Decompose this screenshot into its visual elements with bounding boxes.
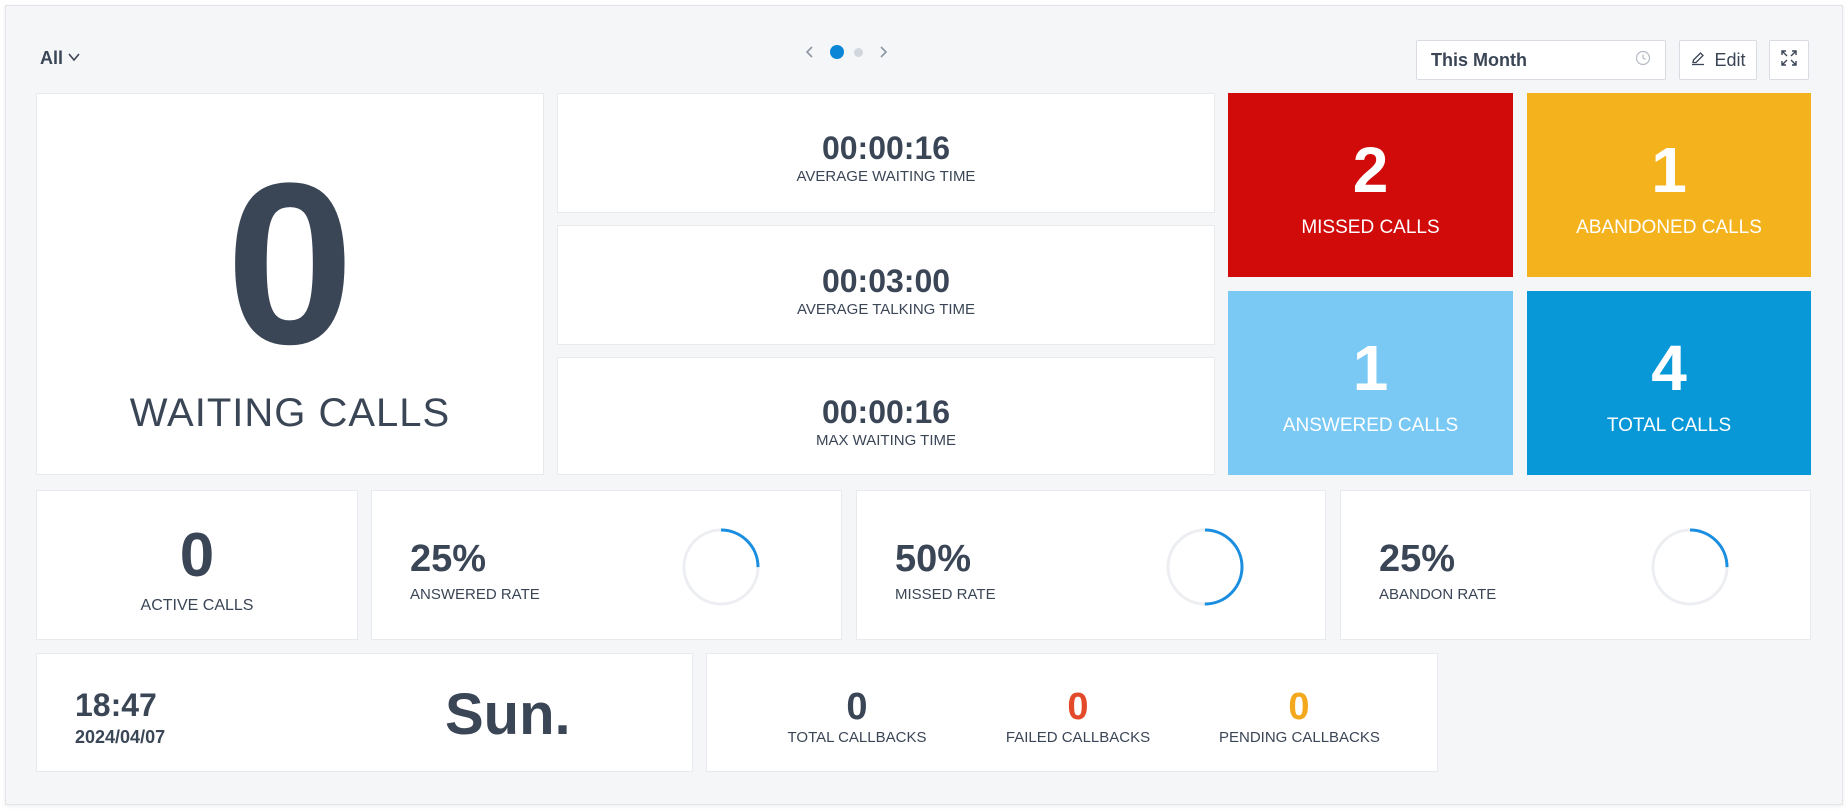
average-talking-time-label: AVERAGE TALKING TIME <box>796 301 976 318</box>
abandoned-calls-value: 1 <box>1651 134 1687 206</box>
pending-callbacks-value: 0 <box>1288 686 1310 728</box>
total-callbacks-label: TOTAL CALLBACKS <box>787 729 927 746</box>
abandon-rate-label: ABANDON RATE <box>1379 586 1497 603</box>
total-calls-tile: 4 TOTAL CALLS <box>1527 291 1811 475</box>
page-dot-active[interactable] <box>830 45 844 59</box>
answered-rate-ring <box>682 528 760 606</box>
queue-filter-dropdown[interactable]: All <box>40 48 81 69</box>
missed-calls-tile: 2 MISSED CALLS <box>1228 93 1513 277</box>
waiting-calls-card: 0 WAITING CALLS <box>36 93 544 475</box>
chevron-left-icon[interactable] <box>800 42 820 62</box>
filter-label: All <box>40 48 64 68</box>
chevron-down-icon <box>67 48 81 69</box>
max-waiting-time-value: 00:00:16 <box>821 394 951 430</box>
answered-rate-card: 25% ANSWERED RATE <box>371 490 842 640</box>
clock-icon <box>1635 50 1651 71</box>
max-waiting-time-label: MAX WAITING TIME <box>815 432 956 449</box>
abandon-rate-ring <box>1651 528 1729 606</box>
total-calls-value: 4 <box>1651 332 1687 404</box>
fullscreen-icon <box>1780 49 1798 72</box>
total-callbacks-value: 0 <box>846 686 868 728</box>
missed-calls-value: 2 <box>1352 134 1389 206</box>
active-calls-value: 0 <box>179 521 215 590</box>
average-talking-time-card: 00:03:00 AVERAGE TALKING TIME <box>557 225 1215 345</box>
answered-rate-value: 25% <box>410 538 487 580</box>
missed-rate-ring <box>1166 528 1244 606</box>
missed-rate-label: MISSED RATE <box>895 586 996 603</box>
active-calls-label: ACTIVE CALLS <box>140 597 254 614</box>
waiting-calls-value: 0 <box>226 135 354 392</box>
missed-calls-label: MISSED CALLS <box>1301 217 1440 238</box>
average-waiting-time-value: 00:00:16 <box>821 130 951 166</box>
current-time: 18:47 <box>75 687 157 723</box>
current-day: Sun. <box>445 682 571 747</box>
missed-rate-card: 50% MISSED RATE <box>856 490 1326 640</box>
failed-callbacks-value: 0 <box>1067 686 1089 728</box>
waiting-calls-label: WAITING CALLS <box>129 391 451 435</box>
date-range-value: This Month <box>1431 49 1527 70</box>
clock-card: 18:47 2024/04/07 Sun. <box>36 653 693 772</box>
average-talking-time-value: 00:03:00 <box>821 263 951 299</box>
max-waiting-time-card: 00:00:16 MAX WAITING TIME <box>557 357 1215 475</box>
pencil-icon <box>1690 50 1706 71</box>
page-indicator <box>800 42 893 62</box>
abandoned-calls-tile: 1 ABANDONED CALLS <box>1527 93 1811 277</box>
active-calls-card: 0 ACTIVE CALLS <box>36 490 358 640</box>
abandon-rate-value: 25% <box>1379 538 1456 580</box>
abandoned-calls-label: ABANDONED CALLS <box>1576 217 1762 238</box>
failed-callbacks-label: FAILED CALLBACKS <box>1005 729 1151 746</box>
current-date: 2024/04/07 <box>75 727 166 747</box>
fullscreen-button[interactable] <box>1769 40 1809 80</box>
answered-calls-label: ANSWERED CALLS <box>1282 415 1459 436</box>
page-dot[interactable] <box>854 47 863 57</box>
answered-calls-tile: 1 ANSWERED CALLS <box>1228 291 1513 475</box>
answered-calls-value: 1 <box>1352 332 1389 404</box>
average-waiting-time-label: AVERAGE WAITING TIME <box>796 168 976 185</box>
chevron-right-icon[interactable] <box>873 42 893 62</box>
pending-callbacks-label: PENDING CALLBACKS <box>1219 729 1380 746</box>
missed-rate-value: 50% <box>895 538 972 580</box>
callbacks-card: 0 TOTAL CALLBACKS 0 FAILED CALLBACKS 0 P… <box>706 653 1438 772</box>
abandon-rate-card: 25% ABANDON RATE <box>1340 490 1811 640</box>
date-range-select[interactable]: This Month <box>1416 40 1666 80</box>
answered-rate-label: ANSWERED RATE <box>410 586 540 603</box>
edit-label: Edit <box>1714 49 1746 70</box>
edit-button[interactable]: Edit <box>1679 40 1757 80</box>
total-calls-label: TOTAL CALLS <box>1606 415 1732 436</box>
average-waiting-time-card: 00:00:16 AVERAGE WAITING TIME <box>557 93 1215 213</box>
